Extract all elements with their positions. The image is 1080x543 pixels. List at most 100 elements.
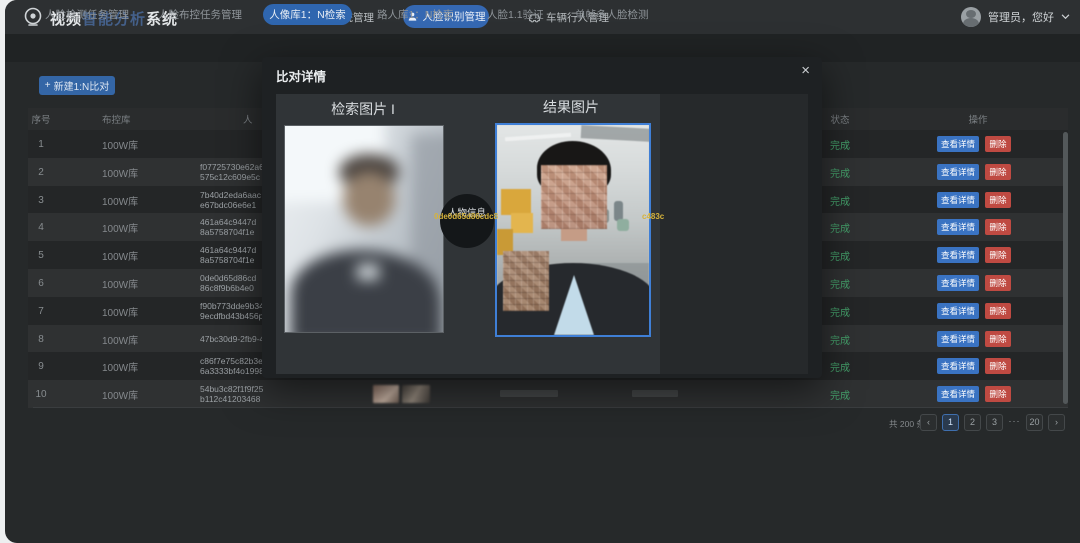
delete-button[interactable]: 删除 — [985, 136, 1011, 152]
status-badge: 完成 — [818, 130, 862, 158]
row-index: 10 — [28, 380, 54, 408]
delete-button[interactable]: 删除 — [985, 275, 1011, 291]
face-id-line1: 461a64c9447d — [200, 217, 256, 227]
face-id-line1: f90b773dde9b34 — [200, 301, 264, 311]
tab-portrait-1n-search[interactable]: 人像库1：N检索 — [263, 4, 352, 25]
view-details-button[interactable]: 查看详情 — [937, 136, 979, 152]
person-id-text: 0de0d65d86cdc8 — [434, 212, 498, 221]
view-details-button[interactable]: 查看详情 — [937, 275, 979, 291]
face-id-line1: 461a64c9447d — [200, 245, 256, 255]
new-button-label: 新建1:N比对 — [54, 78, 110, 93]
face-id-line2: 8a5758704f1e — [200, 227, 254, 237]
row-library: 100W库 — [102, 325, 138, 353]
row-library: 100W库 — [102, 352, 138, 380]
tab-face-11-verify[interactable]: 人脸1.1验证 — [487, 0, 544, 28]
modal-side-panel — [660, 94, 808, 374]
status-badge: 完成 — [818, 186, 862, 214]
view-details-button[interactable]: 查看详情 — [937, 331, 979, 347]
col-header-index: 序号 — [28, 108, 54, 130]
row-thumbnail-image — [402, 385, 430, 403]
delete-button[interactable]: 删除 — [985, 219, 1011, 235]
tab-face-detect-tasks[interactable]: 人脸检测任务管理 — [45, 0, 129, 28]
col-header-library: 布控库 — [102, 108, 131, 130]
row-index: 8 — [28, 325, 54, 353]
row-thumbnail-image — [373, 385, 399, 403]
row-index: 6 — [28, 269, 54, 297]
delete-button[interactable]: 删除 — [985, 192, 1011, 208]
avatar — [961, 7, 981, 27]
status-badge: 完成 — [818, 297, 862, 325]
delete-button[interactable]: 删除 — [985, 386, 1011, 402]
pagination-page-1[interactable]: 1 — [942, 414, 959, 431]
face-id-line1: 47bc30d9-2fb9-4 — [200, 334, 264, 344]
status-badge: 完成 — [818, 352, 862, 380]
view-details-button[interactable]: 查看详情 — [937, 247, 979, 263]
row-library: 100W库 — [102, 130, 138, 158]
col-header-actions: 操作 — [953, 108, 1003, 130]
modal-title: 比对详情 — [276, 66, 326, 85]
view-details-button[interactable]: 查看详情 — [937, 386, 979, 402]
user-greeting: 管理员，您好 — [988, 9, 1054, 25]
row-index: 3 — [28, 186, 54, 214]
face-id-line1: f07725730e62a6 — [200, 162, 264, 172]
row-face-id: 54bu3c82f1f9f25b112c41203468 — [200, 380, 320, 408]
pagination-next-button[interactable]: › — [1048, 414, 1065, 431]
status-badge: 完成 — [818, 380, 862, 408]
table-bottom-divider — [33, 407, 1068, 408]
view-details-button[interactable]: 查看详情 — [937, 303, 979, 319]
logo-camera-icon — [22, 6, 44, 28]
view-details-button[interactable]: 查看详情 — [937, 164, 979, 180]
user-menu[interactable]: 管理员，您好 — [961, 0, 1070, 34]
pagination-page-2[interactable]: 2 — [964, 414, 981, 431]
face-id-line2: 9ecdfbd43b456p — [200, 311, 263, 321]
pagination-page-3[interactable]: 3 — [986, 414, 1003, 431]
blurred-text — [632, 390, 678, 397]
pagination-page-last[interactable]: 20 — [1026, 414, 1043, 431]
table-scrollbar[interactable] — [1063, 132, 1068, 404]
chevron-down-icon — [1061, 14, 1070, 20]
delete-button[interactable]: 删除 — [985, 331, 1011, 347]
row-index: 1 — [28, 130, 54, 158]
result-image-title: 结果图片 — [495, 97, 647, 117]
pixelated-face — [541, 165, 607, 229]
face-id-line1: 7b40d2eda6aac — [200, 190, 261, 200]
face-id-line2: 86c8f9b6b4e0 — [200, 283, 254, 293]
status-badge: 完成 — [818, 325, 862, 353]
person-info-badge: 人物信息 — [440, 194, 494, 248]
view-details-button[interactable]: 查看详情 — [937, 192, 979, 208]
status-badge: 完成 — [818, 213, 862, 241]
delete-button[interactable]: 删除 — [985, 303, 1011, 319]
status-badge: 完成 — [818, 158, 862, 186]
person-id-tail-text: c483c — [642, 212, 664, 221]
tab-label: 人脸1.1验证 — [487, 7, 544, 22]
new-1n-compare-button[interactable]: + 新建1:N比对 — [39, 76, 115, 95]
delete-button[interactable]: 删除 — [985, 164, 1011, 180]
pagination-ellipsis: ··· — [1006, 414, 1023, 431]
tab-label: 单帧多人脸检测 — [575, 7, 649, 22]
tab-label: 人脸检测任务管理 — [45, 7, 129, 22]
row-library: 100W库 — [102, 380, 138, 408]
screen: 视频智能分析系统 系统管理 人脸识别管理 车辆行人管理 管理员，您好 — [0, 0, 1080, 543]
status-badge: 完成 — [818, 241, 862, 269]
view-details-button[interactable]: 查看详情 — [937, 219, 979, 235]
tab-multiface-detect[interactable]: 单帧多人脸检测 — [575, 0, 649, 28]
close-icon[interactable]: × — [801, 62, 810, 79]
face-id-line1: 0de0d65d86cd — [200, 273, 256, 283]
tab-label: 人像库1：N检索 — [269, 7, 345, 22]
table-row: 10 100W库 54bu3c82f1f9f25b112c41203468 完成… — [28, 380, 1068, 408]
tab-label: 路人库1：N检索 — [377, 7, 453, 22]
tab-passerby-1n-search[interactable]: 路人库1：N检索 — [377, 0, 453, 28]
row-index: 2 — [28, 158, 54, 186]
col-header-status: 状态 — [818, 108, 862, 130]
face-id-line2: 575c12c609e5c — [200, 172, 260, 182]
plus-icon: + — [45, 80, 51, 91]
face-id-line2: 6a3333bf4o1998 — [200, 366, 264, 376]
view-details-button[interactable]: 查看详情 — [937, 358, 979, 374]
pagination-prev-button[interactable]: ‹ — [920, 414, 937, 431]
tab-face-control-tasks[interactable]: 人脸布控任务管理 — [158, 0, 242, 28]
delete-button[interactable]: 删除 — [985, 358, 1011, 374]
row-library: 100W库 — [102, 269, 138, 297]
delete-button[interactable]: 删除 — [985, 247, 1011, 263]
row-index: 5 — [28, 241, 54, 269]
result-photo — [497, 125, 649, 335]
